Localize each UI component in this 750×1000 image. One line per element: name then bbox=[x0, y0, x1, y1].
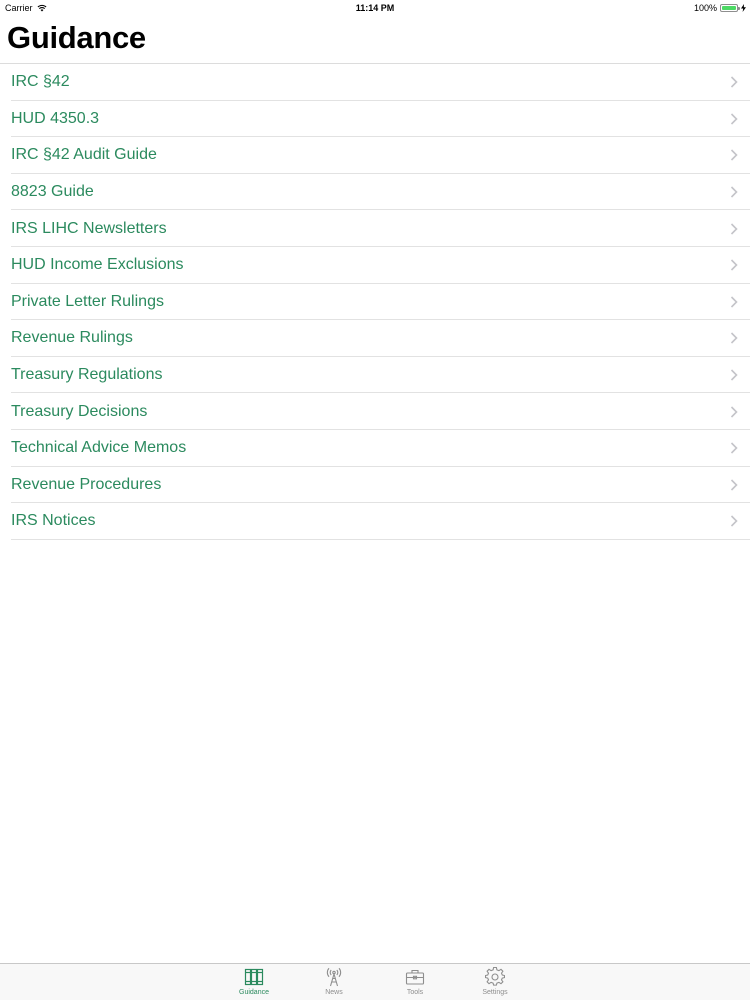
status-right: 100% bbox=[694, 3, 746, 13]
list-item[interactable]: Revenue Procedures bbox=[0, 467, 750, 504]
chevron-right-icon bbox=[730, 479, 738, 491]
chevron-right-icon bbox=[730, 406, 738, 418]
chevron-right-icon bbox=[730, 369, 738, 381]
chevron-right-icon bbox=[730, 296, 738, 308]
list-item-label: Treasury Regulations bbox=[11, 366, 163, 384]
list-item[interactable]: IRC §42 Audit Guide bbox=[0, 137, 750, 174]
list-item-label: IRS LIHC Newsletters bbox=[11, 219, 167, 237]
tab-tools[interactable]: Tools bbox=[385, 967, 445, 999]
list-item-label: Revenue Rulings bbox=[11, 329, 133, 347]
tab-news[interactable]: News bbox=[304, 967, 364, 999]
chevron-right-icon bbox=[730, 515, 738, 527]
tab-label: Settings bbox=[482, 989, 508, 996]
list-item-label: IRC §42 Audit Guide bbox=[11, 146, 157, 164]
list-item-label: HUD 4350.3 bbox=[11, 109, 100, 127]
chevron-right-icon bbox=[730, 149, 738, 162]
guidance-screen: Carrier 11:14 PM 100% Guidance IRC §42 H… bbox=[0, 0, 750, 1000]
battery-percentage: 100% bbox=[693, 3, 717, 13]
list-item-label: Revenue Procedures bbox=[11, 475, 162, 493]
guidance-list: IRC §42 HUD 4350.3 IRC §42 Audit Guide 8… bbox=[0, 64, 750, 540]
battery-level bbox=[722, 6, 736, 10]
battery-tip bbox=[738, 7, 740, 10]
clock: 11:14 PM bbox=[355, 3, 395, 13]
status-bar: Carrier 11:14 PM 100% bbox=[0, 0, 750, 16]
battery-icon bbox=[720, 4, 740, 12]
list-item[interactable]: IRS Notices bbox=[0, 503, 750, 540]
chevron-right-icon bbox=[730, 113, 738, 125]
list-item-label: HUD Income Exclusions bbox=[11, 256, 184, 274]
chevron-right-icon bbox=[730, 223, 738, 235]
list-item[interactable]: Revenue Rulings bbox=[0, 320, 750, 357]
list-item[interactable]: IRC §42 bbox=[0, 64, 750, 101]
list-item[interactable]: 8823 Guide bbox=[0, 174, 750, 211]
chevron-right-icon bbox=[730, 259, 738, 271]
list-item-label: Technical Advice Memos bbox=[11, 439, 187, 457]
books-icon bbox=[244, 968, 264, 986]
tab-guidance[interactable]: Guidance bbox=[224, 967, 284, 999]
list-item-label: 8823 Guide bbox=[11, 183, 94, 201]
charging-bolt-icon bbox=[741, 4, 746, 12]
list-item[interactable]: Private Letter Rulings bbox=[0, 284, 750, 321]
tab-bar: Guidance News Tools Settings bbox=[0, 963, 750, 1000]
tab-settings[interactable]: Settings bbox=[465, 967, 525, 999]
list-item-label: IRC §42 bbox=[11, 73, 70, 91]
list-item[interactable]: IRS LIHC Newsletters bbox=[0, 210, 750, 247]
tab-label: Guidance bbox=[239, 989, 269, 996]
list-item[interactable]: Treasury Regulations bbox=[0, 357, 750, 394]
antenna-icon bbox=[326, 967, 342, 987]
list-item[interactable]: Technical Advice Memos bbox=[0, 430, 750, 467]
chevron-right-icon bbox=[730, 186, 738, 198]
chevron-right-icon bbox=[730, 332, 738, 345]
list-item-label: IRS Notices bbox=[11, 512, 96, 530]
page-title: Guidance bbox=[7, 20, 146, 55]
chevron-right-icon bbox=[730, 442, 738, 454]
toolbox-icon bbox=[405, 969, 425, 985]
tab-label: News bbox=[325, 989, 343, 996]
list-item[interactable]: HUD 4350.3 bbox=[0, 101, 750, 138]
list-item[interactable]: Treasury Decisions bbox=[0, 393, 750, 430]
chevron-right-icon bbox=[730, 76, 738, 88]
list-item[interactable]: HUD Income Exclusions bbox=[0, 247, 750, 284]
list-item-label: Private Letter Rulings bbox=[11, 292, 164, 310]
tab-label: Tools bbox=[406, 989, 424, 996]
gear-icon bbox=[485, 967, 505, 986]
list-item-label: Treasury Decisions bbox=[11, 402, 148, 420]
